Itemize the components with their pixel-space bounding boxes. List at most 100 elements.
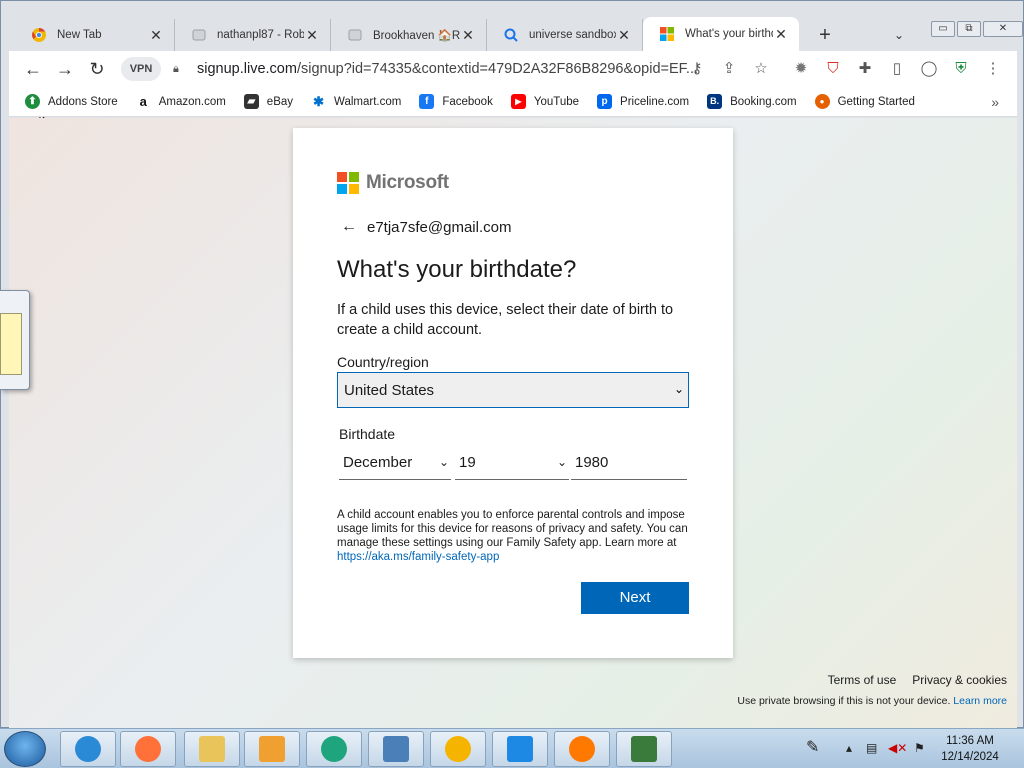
forward-arrow-icon: → <box>56 59 74 79</box>
country-select[interactable]: United States ⌄ <box>337 372 689 408</box>
extensions-puzzle-icon[interactable]: ✚ <box>855 59 875 79</box>
share-icon[interactable]: ⇪ <box>719 59 739 79</box>
sticky-notes-window[interactable] <box>0 290 30 390</box>
restore-button[interactable]: ⧉ <box>957 21 981 37</box>
address-bar[interactable]: 🔒︎ signup.live.com/signup?id=74335&conte… <box>167 55 707 83</box>
learn-more-link[interactable]: Learn more <box>953 695 1007 707</box>
chrome-icon <box>31 27 47 43</box>
clock[interactable]: 11:36 AM 12/14/2024 <box>936 733 1004 765</box>
tab-close-icon[interactable]: ✕ <box>616 27 632 44</box>
month-select[interactable]: December ⌄ <box>339 446 451 480</box>
pen-tablet-icon[interactable]: ✎ <box>806 737 819 757</box>
bookmark-ebay[interactable]: ▰ eBay <box>243 94 293 109</box>
clock-time: 11:36 AM <box>946 735 994 747</box>
bookmarks-overflow-button[interactable]: » <box>991 94 999 110</box>
reload-icon: ↻ <box>89 59 105 79</box>
tab-roblox-profile[interactable]: nathanpl87 - Robl ✕ <box>175 19 331 51</box>
footer-links: Terms of use Privacy & cookies <box>812 673 1007 687</box>
youtube-icon: ▶ <box>510 94 526 109</box>
birthdate-label: Birthdate <box>339 426 396 442</box>
private-browsing-note: Use private browsing if this is not your… <box>737 695 1007 707</box>
browser-toolbar: ← → ↻ VPN 🔒︎ signup.live.com/signup?id=7… <box>9 51 1017 135</box>
privacy-link[interactable]: Privacy & cookies <box>912 673 1007 687</box>
bookmark-facebook[interactable]: f Facebook <box>419 94 493 109</box>
bookmark-youtube[interactable]: ▶ YouTube <box>510 94 579 109</box>
internet-explorer-icon <box>75 736 101 762</box>
profile-icon[interactable]: ◯ <box>919 59 939 79</box>
browser-window: New Tab ✕ nathanpl87 - Robl ✕ Brookhaven… <box>0 0 1024 728</box>
task-manager-icon <box>631 736 657 762</box>
security-check-icon[interactable]: ⛨ <box>951 59 971 79</box>
tab-title: nathanpl87 - Robl <box>217 29 304 41</box>
bookmark-getting-started[interactable]: ● Getting Started <box>814 94 915 109</box>
amazon-icon: a <box>135 94 151 109</box>
tab-universe-sandbox[interactable]: universe sandbox - ✕ <box>487 19 643 51</box>
forward-button[interactable]: → <box>53 57 77 81</box>
taskbar-vpn-app[interactable] <box>430 731 486 767</box>
network-app-icon <box>383 736 409 762</box>
year-input[interactable]: 1980 <box>571 446 687 480</box>
menu-kebab-icon[interactable]: ⋮ <box>983 59 1003 79</box>
taskbar-network-app[interactable] <box>368 731 424 767</box>
family-safety-link[interactable]: https://aka.ms/family-safety-app <box>337 551 499 563</box>
taskbar-avast[interactable] <box>554 731 610 767</box>
password-key-icon[interactable]: ⚷ <box>687 59 707 79</box>
back-arrow-icon[interactable]: ← <box>341 218 357 236</box>
tab-close-icon[interactable]: ✕ <box>773 26 789 43</box>
private-note-text: Use private browsing if this is not your… <box>737 695 951 707</box>
file-explorer-icon <box>199 736 225 762</box>
minimize-button[interactable]: ▭ <box>931 21 955 37</box>
bookmark-walmart[interactable]: ✱ Walmart.com <box>311 94 401 109</box>
start-button[interactable] <box>4 731 46 767</box>
tab-search-button[interactable]: ⌄ <box>889 25 909 45</box>
vpn-button[interactable]: VPN <box>121 57 161 81</box>
ebay-icon: ▰ <box>243 94 259 109</box>
side-panel-icon[interactable]: ▯ <box>887 59 907 79</box>
roblox-icon <box>191 27 207 43</box>
network-icon[interactable]: ▤ <box>866 741 877 755</box>
tab-close-icon[interactable]: ✕ <box>304 27 320 44</box>
identity-banner[interactable]: ← e7tja7sfe@gmail.com <box>341 218 511 236</box>
action-center-flag-icon[interactable]: ⚑ <box>914 741 925 755</box>
window-controls: ▭ ⧉ ✕ <box>929 21 1023 39</box>
chevron-down-icon: ⌄ <box>438 455 449 469</box>
tab-close-icon[interactable]: ✕ <box>460 27 476 44</box>
reload-button[interactable]: ↻ <box>85 57 109 81</box>
next-button[interactable]: Next <box>581 582 689 614</box>
taskbar-internet-explorer[interactable] <box>60 731 116 767</box>
bookmark-booking[interactable]: B. Booking.com <box>707 94 797 109</box>
vpn-app-icon <box>445 736 471 762</box>
child-account-notice: A child account enables you to enforce p… <box>337 508 693 564</box>
adblock-shield-icon[interactable]: ⛉ <box>823 59 843 79</box>
description-text: If a child uses this device, select thei… <box>337 302 674 338</box>
taskbar-firefox[interactable] <box>120 731 176 767</box>
bookmark-amazon[interactable]: a Amazon.com <box>135 94 226 109</box>
back-arrow-icon: ← <box>24 59 42 79</box>
taskbar-file-explorer[interactable] <box>184 731 240 767</box>
new-tab-button[interactable]: + <box>813 23 837 47</box>
bookmark-priceline[interactable]: p Priceline.com <box>597 94 689 109</box>
day-select[interactable]: 19 ⌄ <box>455 446 569 480</box>
terms-link[interactable]: Terms of use <box>828 673 897 687</box>
system-tray: ✎ ▴ ▤ ◀✕ ⚑ 11:36 AM 12/14/2024 <box>800 729 1024 768</box>
tab-brookhaven[interactable]: Brookhaven 🏠RP ✕ <box>331 19 487 51</box>
tab-title: New Tab <box>57 29 102 41</box>
extension-badge-icon[interactable]: ✹ <box>791 59 811 79</box>
close-window-button[interactable]: ✕ <box>983 21 1023 37</box>
bookmark-addons-store[interactable]: ⬆ Addons Store <box>25 94 118 109</box>
taskbar-roblox-studio[interactable] <box>492 731 548 767</box>
bookmark-star-icon[interactable]: ☆ <box>751 59 771 79</box>
taskbar-edge[interactable] <box>306 731 362 767</box>
tab-title: universe sandbox - <box>529 29 616 41</box>
tab-birthdate[interactable]: What's your birthd ✕ <box>643 17 799 51</box>
volume-muted-icon[interactable]: ◀✕ <box>888 741 907 755</box>
tab-close-icon[interactable]: ✕ <box>148 27 164 44</box>
back-button[interactable]: ← <box>21 57 45 81</box>
tab-new-tab[interactable]: New Tab ✕ <box>15 19 175 51</box>
year-value: 1980 <box>575 454 609 471</box>
taskbar-task-manager[interactable] <box>616 731 672 767</box>
show-hidden-icons-icon[interactable]: ▴ <box>846 741 852 755</box>
priceline-icon: p <box>597 94 613 109</box>
taskbar-media-player[interactable] <box>244 731 300 767</box>
media-player-icon <box>259 736 285 762</box>
